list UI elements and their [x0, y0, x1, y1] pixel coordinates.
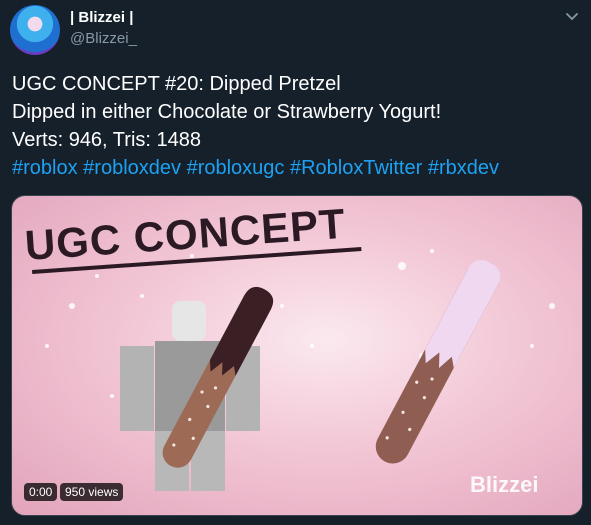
avatar[interactable] — [10, 5, 60, 55]
strawberry-pretzel — [375, 260, 501, 464]
video-views: 950 views — [60, 483, 124, 501]
author-display-name[interactable]: | Blizzei | — [70, 9, 133, 26]
hashtag-link[interactable]: #robloxugc — [187, 157, 285, 179]
video-player[interactable]: UGC CONCEPT Blizzei 0:00 950 views — [11, 195, 583, 516]
hashtag-link[interactable]: #robloxdev — [83, 157, 181, 179]
watermark: Blizzei — [470, 472, 538, 497]
tweet-line-title: UGC CONCEPT #20: Dipped Pretzel — [12, 73, 341, 95]
hashtag-link[interactable]: #roblox — [12, 157, 78, 179]
banner-title: UGC CONCEPT — [23, 200, 347, 269]
chevron-down-icon[interactable] — [563, 8, 581, 26]
author-handle[interactable]: @Blizzei_ — [70, 30, 137, 47]
video-thumbnail: UGC CONCEPT Blizzei — [23, 200, 555, 497]
tweet-text: UGC CONCEPT #20: Dipped Pretzel Dipped i… — [12, 70, 582, 182]
hashtag-link[interactable]: #rbxdev — [428, 157, 499, 179]
tweet-line-description: Dipped in either Chocolate or Strawberry… — [12, 101, 442, 123]
video-timestamp: 0:00 — [24, 483, 58, 501]
hashtag-link[interactable]: #RobloxTwitter — [290, 157, 422, 179]
tweet-line-stats: Verts: 946, Tris: 1488 — [12, 129, 201, 151]
tweet-hashtags: #roblox #robloxdev #robloxugc #RobloxTwi… — [12, 154, 582, 182]
